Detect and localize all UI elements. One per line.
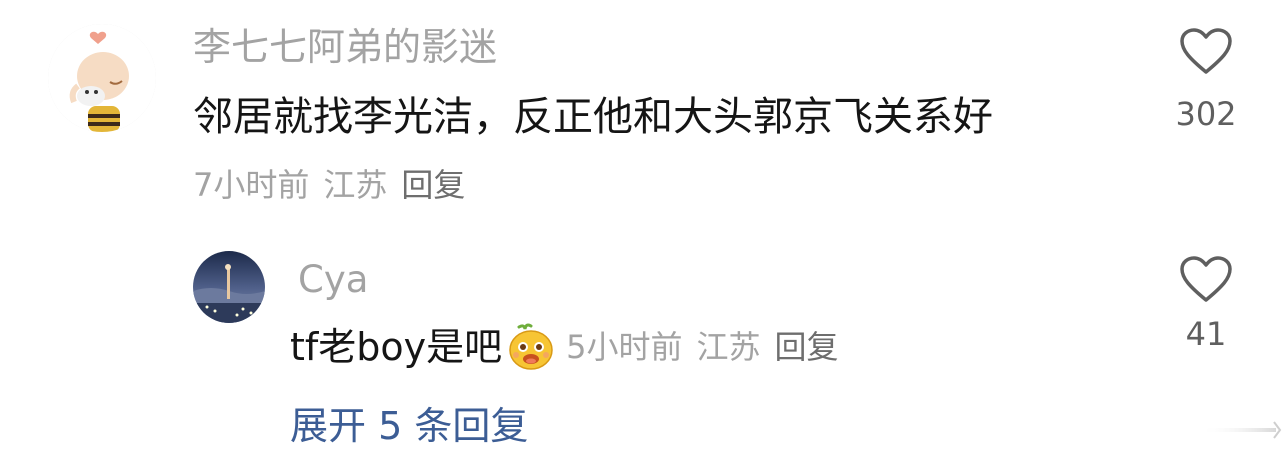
comment-username[interactable]: 李七七阿弟的影迷 [193,24,497,70]
comment-reply-button[interactable]: 回复 [401,165,465,205]
comment-time: 7小时前 [193,166,310,204]
expand-replies-link[interactable]: 展开 5 条回复 [290,402,528,450]
reply-avatar[interactable] [193,251,265,323]
cartoon-avatar-icon [48,24,156,132]
comment-text: 邻居就找李光洁，反正他和大头郭京飞关系好 [193,94,993,140]
comment-avatar[interactable] [48,24,156,132]
heart-outline-icon [1180,28,1232,74]
reply-username[interactable]: Cya [298,257,368,303]
comment-meta: 7小时前 江苏 回复 [193,165,465,205]
reply-like-count: 41 [1185,315,1227,353]
reply-location: 江苏 [696,328,761,366]
reply-time: 5小时前 [566,328,683,366]
reply-text: tf老boy是吧 [290,325,503,369]
watermark-icon [1200,421,1282,439]
comment-location: 江苏 [323,166,388,204]
heart-outline-icon [1180,256,1232,302]
comment-like-button[interactable]: 302 [1170,28,1242,134]
comment-like-count: 302 [1175,95,1237,133]
smiling-blob-emoji-icon [506,322,556,372]
reply-content-row: tf老boy是吧 5小时前 江苏 回复 [290,322,839,372]
night-city-photo-icon [193,251,265,323]
reply-like-button[interactable]: 41 [1170,256,1242,354]
reply-reply-button[interactable]: 回复 [775,327,839,367]
